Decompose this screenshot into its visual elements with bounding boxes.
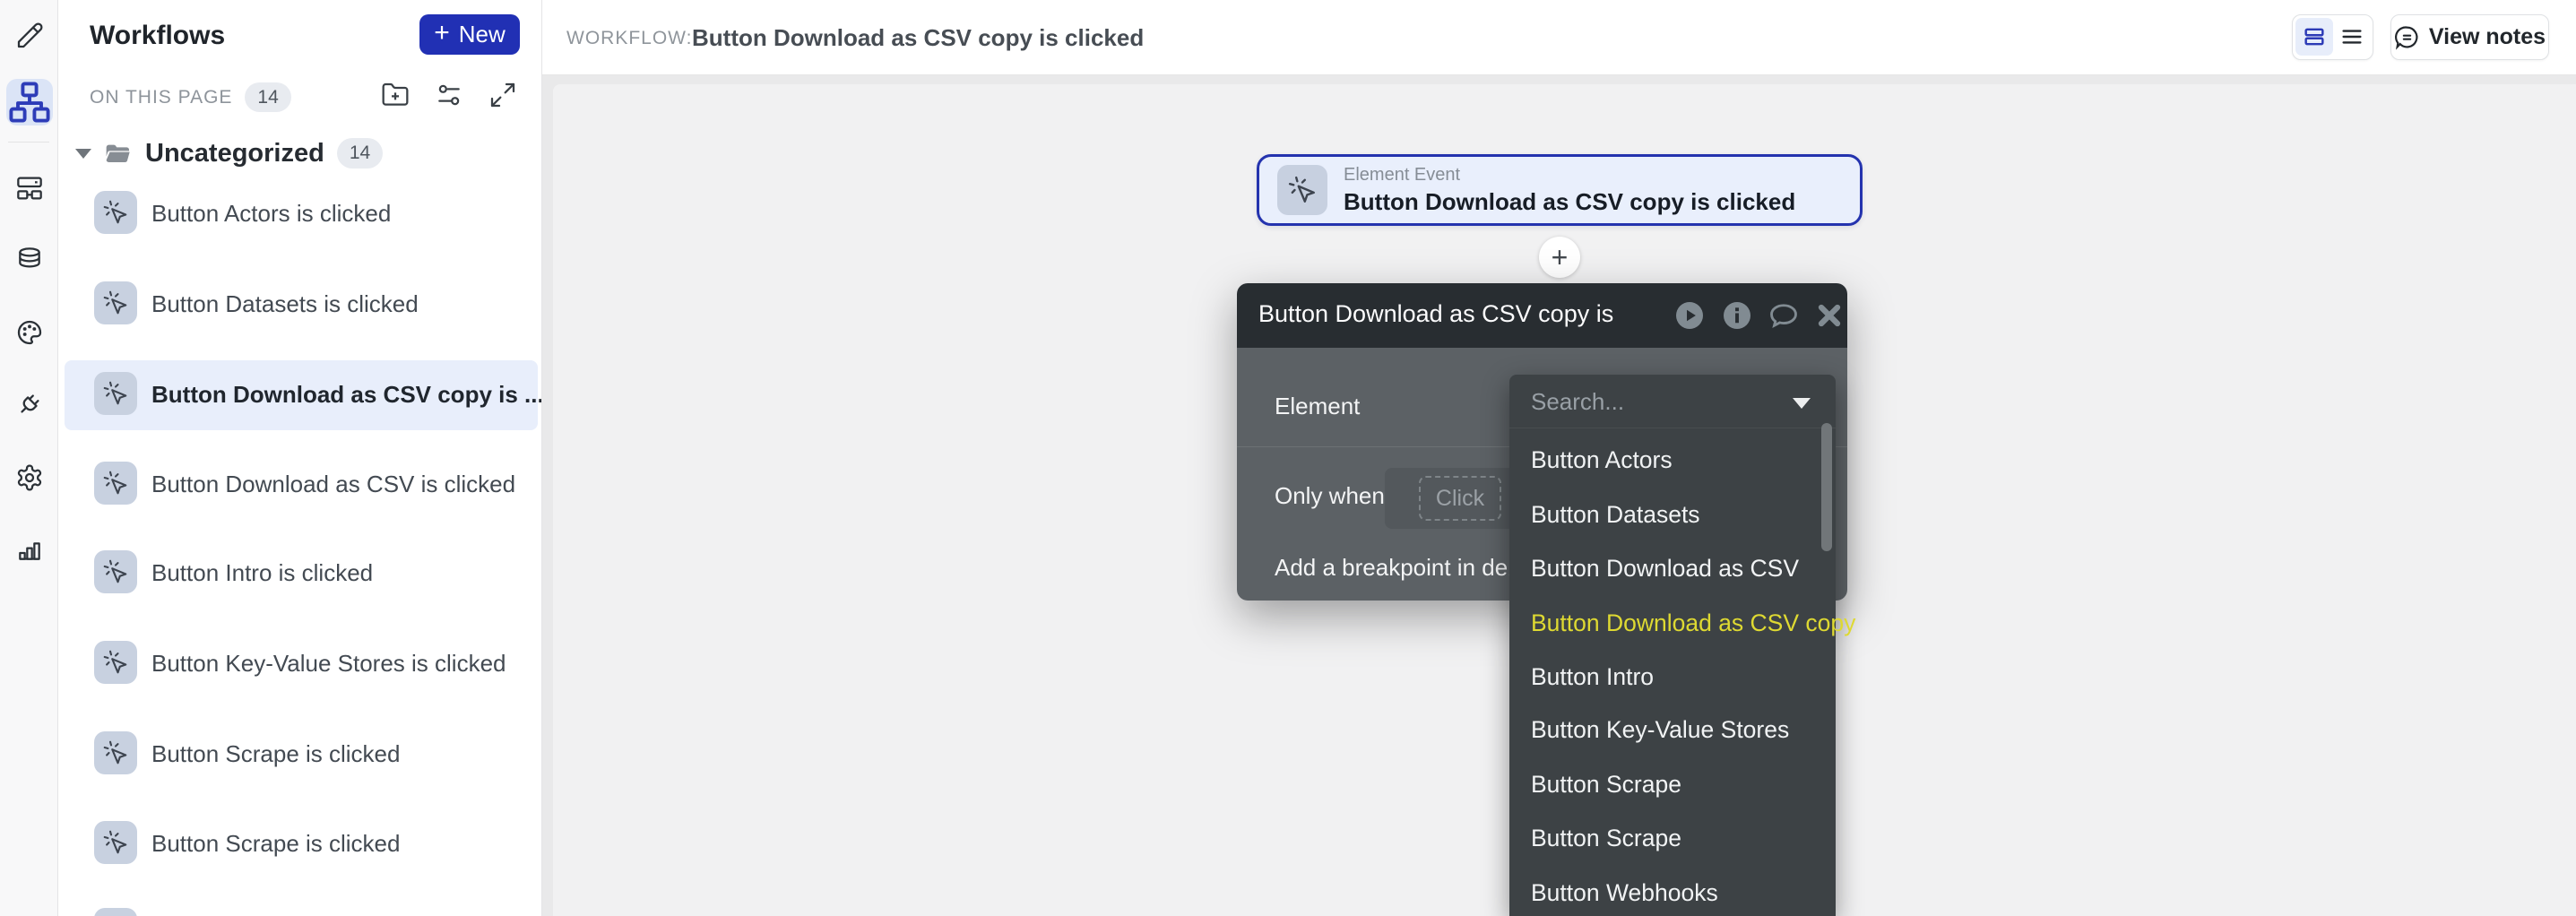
workflow-sitemap-icon[interactable] bbox=[6, 79, 53, 125]
filter-sliders-icon[interactable] bbox=[435, 81, 463, 109]
dropdown-option[interactable]: Button Scrape bbox=[1509, 757, 1821, 811]
cursor-click-icon bbox=[94, 372, 137, 415]
workflow-list-item[interactable]: Button Download as CSV is clicked bbox=[58, 438, 542, 528]
view-notes-label: View notes bbox=[2429, 24, 2546, 50]
partial-next-item-tile bbox=[94, 908, 137, 916]
info-circle-icon[interactable] bbox=[1721, 299, 1753, 332]
cursor-click-icon bbox=[94, 191, 137, 234]
cursor-click-icon bbox=[94, 821, 137, 864]
new-folder-icon[interactable] bbox=[381, 81, 410, 109]
view-mode-toggle bbox=[2292, 14, 2373, 60]
pencil-icon[interactable] bbox=[14, 21, 45, 51]
dropdown-option[interactable]: Button Key-Value Stores bbox=[1509, 703, 1821, 756]
workflow-list-item[interactable]: Button Scrape is clicked bbox=[58, 798, 542, 887]
workflow-item-label: Button Actors is clicked bbox=[151, 200, 391, 228]
workflow-item-label: Button Scrape is clicked bbox=[151, 740, 400, 768]
workflow-list-item[interactable]: Button Datasets is clicked bbox=[58, 258, 542, 348]
folder-count-badge: 14 bbox=[337, 138, 383, 168]
element-field-label: Element bbox=[1275, 393, 1360, 420]
workflow-item-label: Button Key-Value Stores is clicked bbox=[151, 650, 506, 678]
new-button-label: New bbox=[459, 21, 506, 48]
breakpoint-link[interactable]: Add a breakpoint in deb bbox=[1275, 554, 1521, 582]
app-root: Workflows + New ON THIS PAGE 14 Uncatego… bbox=[0, 0, 2576, 916]
dropdown-option[interactable]: Button Intro bbox=[1509, 650, 1821, 704]
list-view-icon bbox=[2339, 24, 2364, 49]
node-type-label: Element Event bbox=[1344, 165, 1795, 186]
node-title: Button Download as CSV copy is clicked bbox=[1344, 188, 1795, 216]
workflow-list-item[interactable]: Button Scrape is clicked bbox=[58, 708, 542, 798]
workflow-item-label: Button Download as CSV copy is ... bbox=[151, 381, 542, 409]
only-when-label: Only when bbox=[1275, 482, 1385, 510]
modal-title: Button Download as CSV copy is bbox=[1258, 300, 1613, 328]
on-this-page-row: ON THIS PAGE 14 bbox=[90, 82, 291, 112]
icon-rail bbox=[0, 0, 58, 916]
chevron-down-icon[interactable] bbox=[1793, 398, 1811, 409]
folder-name: Uncategorized bbox=[145, 139, 324, 169]
cursor-click-icon bbox=[94, 462, 137, 505]
cursor-click-icon bbox=[94, 641, 137, 684]
workflow-item-label: Button Download as CSV is clicked bbox=[151, 471, 515, 498]
card-view-toggle[interactable] bbox=[2295, 18, 2333, 56]
workflow-list-item[interactable]: Button Key-Value Stores is clicked bbox=[58, 618, 542, 707]
dropdown-option[interactable]: Button Webhooks bbox=[1509, 866, 1821, 916]
card-view-icon bbox=[2302, 24, 2327, 49]
workflow-item-label: Button Datasets is clicked bbox=[151, 290, 419, 318]
play-circle-icon[interactable] bbox=[1673, 299, 1706, 332]
element-search-input[interactable] bbox=[1531, 384, 1782, 419]
dropdown-search-row bbox=[1509, 375, 1836, 428]
topbar: WORKFLOW: Button Download as CSV copy is… bbox=[542, 0, 2576, 75]
modal-header[interactable]: Button Download as CSV copy is bbox=[1237, 283, 1847, 348]
dropdown-option[interactable]: Button Actors bbox=[1509, 433, 1821, 487]
dropdown-option[interactable]: Button Datasets bbox=[1509, 488, 1821, 541]
view-notes-button[interactable]: View notes bbox=[2390, 14, 2549, 60]
workflow-list-item[interactable]: Button Intro is clicked bbox=[58, 527, 542, 617]
bar-chart-icon[interactable] bbox=[14, 534, 45, 565]
workflow-list-item[interactable]: Button Actors is clicked bbox=[58, 168, 542, 257]
database-icon[interactable] bbox=[14, 245, 45, 275]
cursor-click-icon bbox=[94, 550, 137, 593]
plug-icon[interactable] bbox=[14, 389, 45, 419]
on-this-page-label: ON THIS PAGE bbox=[90, 87, 232, 108]
dropdown-option[interactable]: Button Download as CSV bbox=[1509, 541, 1821, 595]
node-text: Element Event Button Download as CSV cop… bbox=[1344, 165, 1795, 216]
open-folder-icon bbox=[104, 139, 133, 168]
gear-icon[interactable] bbox=[14, 462, 45, 493]
element-dropdown: Button Actors Button Datasets Button Dow… bbox=[1509, 375, 1836, 916]
new-workflow-button[interactable]: + New bbox=[419, 14, 520, 55]
expand-icon[interactable] bbox=[488, 81, 517, 109]
components-icon[interactable] bbox=[14, 173, 45, 203]
workflow-title: Button Download as CSV copy is clicked bbox=[692, 24, 1144, 52]
rail-divider bbox=[8, 142, 49, 143]
close-icon[interactable] bbox=[1813, 299, 1840, 332]
workflows-panel: Workflows + New ON THIS PAGE 14 Uncatego… bbox=[58, 0, 542, 916]
workflow-list-item-selected[interactable]: Button Download as CSV copy is ... bbox=[58, 349, 542, 438]
click-event-chip[interactable]: Click bbox=[1419, 476, 1501, 521]
collapse-caret-icon[interactable] bbox=[75, 149, 91, 159]
workflow-item-label: Button Scrape is clicked bbox=[151, 830, 400, 858]
dropdown-option-selected[interactable]: Button Download as CSV copy bbox=[1509, 596, 1821, 650]
element-event-node[interactable]: Element Event Button Download as CSV cop… bbox=[1257, 154, 1863, 226]
comment-bubble-icon[interactable] bbox=[1768, 299, 1800, 332]
plus-icon: + bbox=[434, 20, 450, 47]
on-this-page-count-badge: 14 bbox=[245, 82, 290, 112]
panel-title: Workflows bbox=[90, 21, 225, 51]
cursor-click-icon bbox=[1277, 165, 1327, 215]
cursor-click-icon bbox=[94, 731, 137, 774]
cursor-click-icon bbox=[94, 281, 137, 324]
add-step-button[interactable]: + bbox=[1539, 237, 1580, 278]
palette-icon[interactable] bbox=[14, 317, 45, 348]
list-view-toggle[interactable] bbox=[2334, 18, 2370, 56]
dropdown-scrollbar[interactable] bbox=[1821, 423, 1832, 551]
workflow-eyebrow-label: WORKFLOW: bbox=[566, 28, 692, 49]
workflow-item-label: Button Intro is clicked bbox=[151, 559, 373, 587]
notes-bubble-icon bbox=[2394, 24, 2420, 50]
dropdown-option[interactable]: Button Scrape bbox=[1509, 811, 1821, 865]
